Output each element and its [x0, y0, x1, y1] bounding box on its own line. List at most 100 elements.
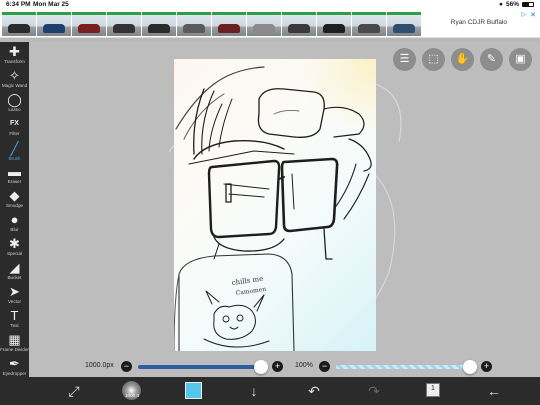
selection-button[interactable]: ⬚ [422, 48, 445, 71]
bucket-icon: ◢ [9, 260, 20, 275]
tool-label: Bucket [7, 275, 22, 280]
blur-icon: ● [10, 212, 19, 227]
lasso-icon: ◯ [7, 92, 22, 107]
opacity-value: 100% [295, 362, 313, 369]
tool-frame-divider[interactable]: ▦ Frame Divider [0, 332, 29, 356]
tool-label: Frame Divider [0, 347, 29, 352]
tool-special[interactable]: ✱ Special [0, 236, 29, 260]
redo-icon[interactable]: ↷ [364, 382, 384, 400]
tool-text[interactable]: T Text [0, 308, 29, 332]
eraser-icon: ▬ [8, 164, 21, 179]
layer-count: 1 [431, 385, 435, 392]
ad-thumbnail[interactable] [72, 12, 106, 36]
modify-icon[interactable]: ⤢ [64, 382, 84, 400]
brush-icon: ╱ [10, 141, 19, 156]
ad-text[interactable]: Ryan CDJR Buffalo [451, 19, 507, 26]
ad-thumbnail[interactable] [282, 12, 316, 36]
tool-blur[interactable]: ● Blur [0, 212, 29, 236]
layer-menu-button[interactable]: ☰ [393, 48, 416, 71]
brush-size-value: 1000.0px [85, 362, 114, 369]
sketch-artwork: chills me Camomen [174, 66, 372, 351]
tool-sidebar: ✚ Transform ✧ Magic Wand ◯ Lasso FX Filter ╱ Brus… [0, 42, 29, 405]
opacity-slider-track[interactable] [336, 365, 474, 369]
car-image [8, 24, 30, 33]
opacity-minus-button[interactable]: − [319, 361, 330, 372]
special-icon: ✱ [9, 236, 20, 251]
car-image [358, 24, 380, 33]
tool-eraser[interactable]: ▬ Eraser [0, 164, 29, 188]
car-image [288, 24, 310, 33]
tool-filter[interactable]: FX Filter [0, 116, 29, 140]
ad-thumbnail[interactable] [37, 12, 71, 36]
tool-label: Smudge [5, 203, 24, 208]
car-image [323, 24, 345, 33]
ad-thumbnail[interactable] [107, 12, 141, 36]
smudge-icon: ◆ [9, 188, 20, 203]
tool-label: Brush [8, 156, 21, 161]
back-icon[interactable]: ← [484, 382, 504, 400]
status-bar: 6:34 PM Mon Mar 25 ● 56% [0, 0, 540, 10]
tool-label: Text [10, 323, 19, 328]
text-icon: T [10, 308, 19, 323]
ad-thumbnail[interactable] [177, 12, 211, 36]
car-image [183, 24, 205, 33]
battery-label: 56% [505, 1, 519, 8]
magic-wand-icon: ✧ [9, 68, 20, 83]
car-image [393, 24, 415, 33]
ad-thumbnail[interactable] [2, 12, 36, 36]
ad-thumbnail[interactable] [142, 12, 176, 36]
opacity-slider-knob[interactable] [463, 360, 477, 374]
tool-transform[interactable]: ✚ Transform [0, 44, 29, 68]
transform-icon: ✚ [9, 44, 20, 59]
size-minus-button[interactable]: − [121, 361, 132, 372]
ad-thumbnail[interactable] [387, 12, 421, 36]
drawing-canvas[interactable]: chills me Camomen [174, 59, 376, 351]
ad-thumbnail[interactable] [247, 12, 281, 36]
shirt-text-line2: Camomen [235, 286, 266, 297]
tool-label: Transform [4, 59, 25, 64]
size-slider-track[interactable] [138, 365, 266, 369]
undo-icon[interactable]: ↶ [304, 382, 324, 400]
tool-bucket[interactable]: ◢ Bucket [0, 260, 29, 284]
car-image [218, 24, 240, 33]
tool-magic-wand[interactable]: ✧ Magic Wand [0, 68, 29, 92]
frame-divider-icon: ▦ [8, 332, 21, 347]
tool-smudge[interactable]: ◆ Smudge [0, 188, 29, 212]
ad-banner[interactable]: Ryan CDJR Buffalo ▷ ✕ [0, 10, 540, 38]
tool-label: Blur [10, 227, 19, 232]
brush-size-button[interactable]: 1000.0 [122, 381, 141, 400]
tool-label: Special [6, 251, 23, 256]
filter-icon: FX [10, 120, 19, 127]
canvas-workspace[interactable]: chills me Camomen [29, 42, 540, 377]
reference-button[interactable]: ▣ [509, 48, 532, 71]
ad-thumbnail[interactable] [212, 12, 246, 36]
tool-lasso[interactable]: ◯ Lasso [0, 92, 29, 116]
battery-icon [522, 2, 534, 7]
tool-label: Magic Wand [1, 83, 28, 88]
ad-thumbnail[interactable] [317, 12, 351, 36]
color-swatch[interactable] [185, 382, 202, 399]
ad-thumbnail[interactable] [352, 12, 386, 36]
ad-info-icon[interactable]: ▷ [521, 11, 526, 18]
ad-thumbnails[interactable] [2, 12, 421, 36]
tool-brush[interactable]: ╱ Brush [0, 141, 29, 165]
status-right: ● 56% [499, 1, 534, 8]
eyedropper-icon: ✒ [9, 356, 20, 371]
size-plus-button[interactable]: + [272, 361, 283, 372]
vector-icon: ➤ [9, 284, 20, 299]
status-time: 6:34 PM [6, 1, 31, 8]
tool-label: Lasso [8, 107, 21, 112]
car-image [253, 24, 275, 33]
hand-button[interactable]: ✋ [451, 48, 474, 71]
layers-button[interactable]: 1 [426, 383, 440, 397]
tool-vector[interactable]: ➤ Vector [0, 284, 29, 308]
size-slider-knob[interactable] [254, 360, 268, 374]
pen-button[interactable]: ✎ [480, 48, 503, 71]
opacity-plus-button[interactable]: + [481, 361, 492, 372]
tool-label: Filter [9, 131, 20, 136]
download-icon[interactable]: ↓ [244, 382, 264, 400]
car-image [113, 24, 135, 33]
brush-size-label: 1000.0 [124, 393, 140, 398]
tool-label: Vector [7, 299, 22, 304]
ad-close-icon[interactable]: ✕ [530, 11, 536, 19]
